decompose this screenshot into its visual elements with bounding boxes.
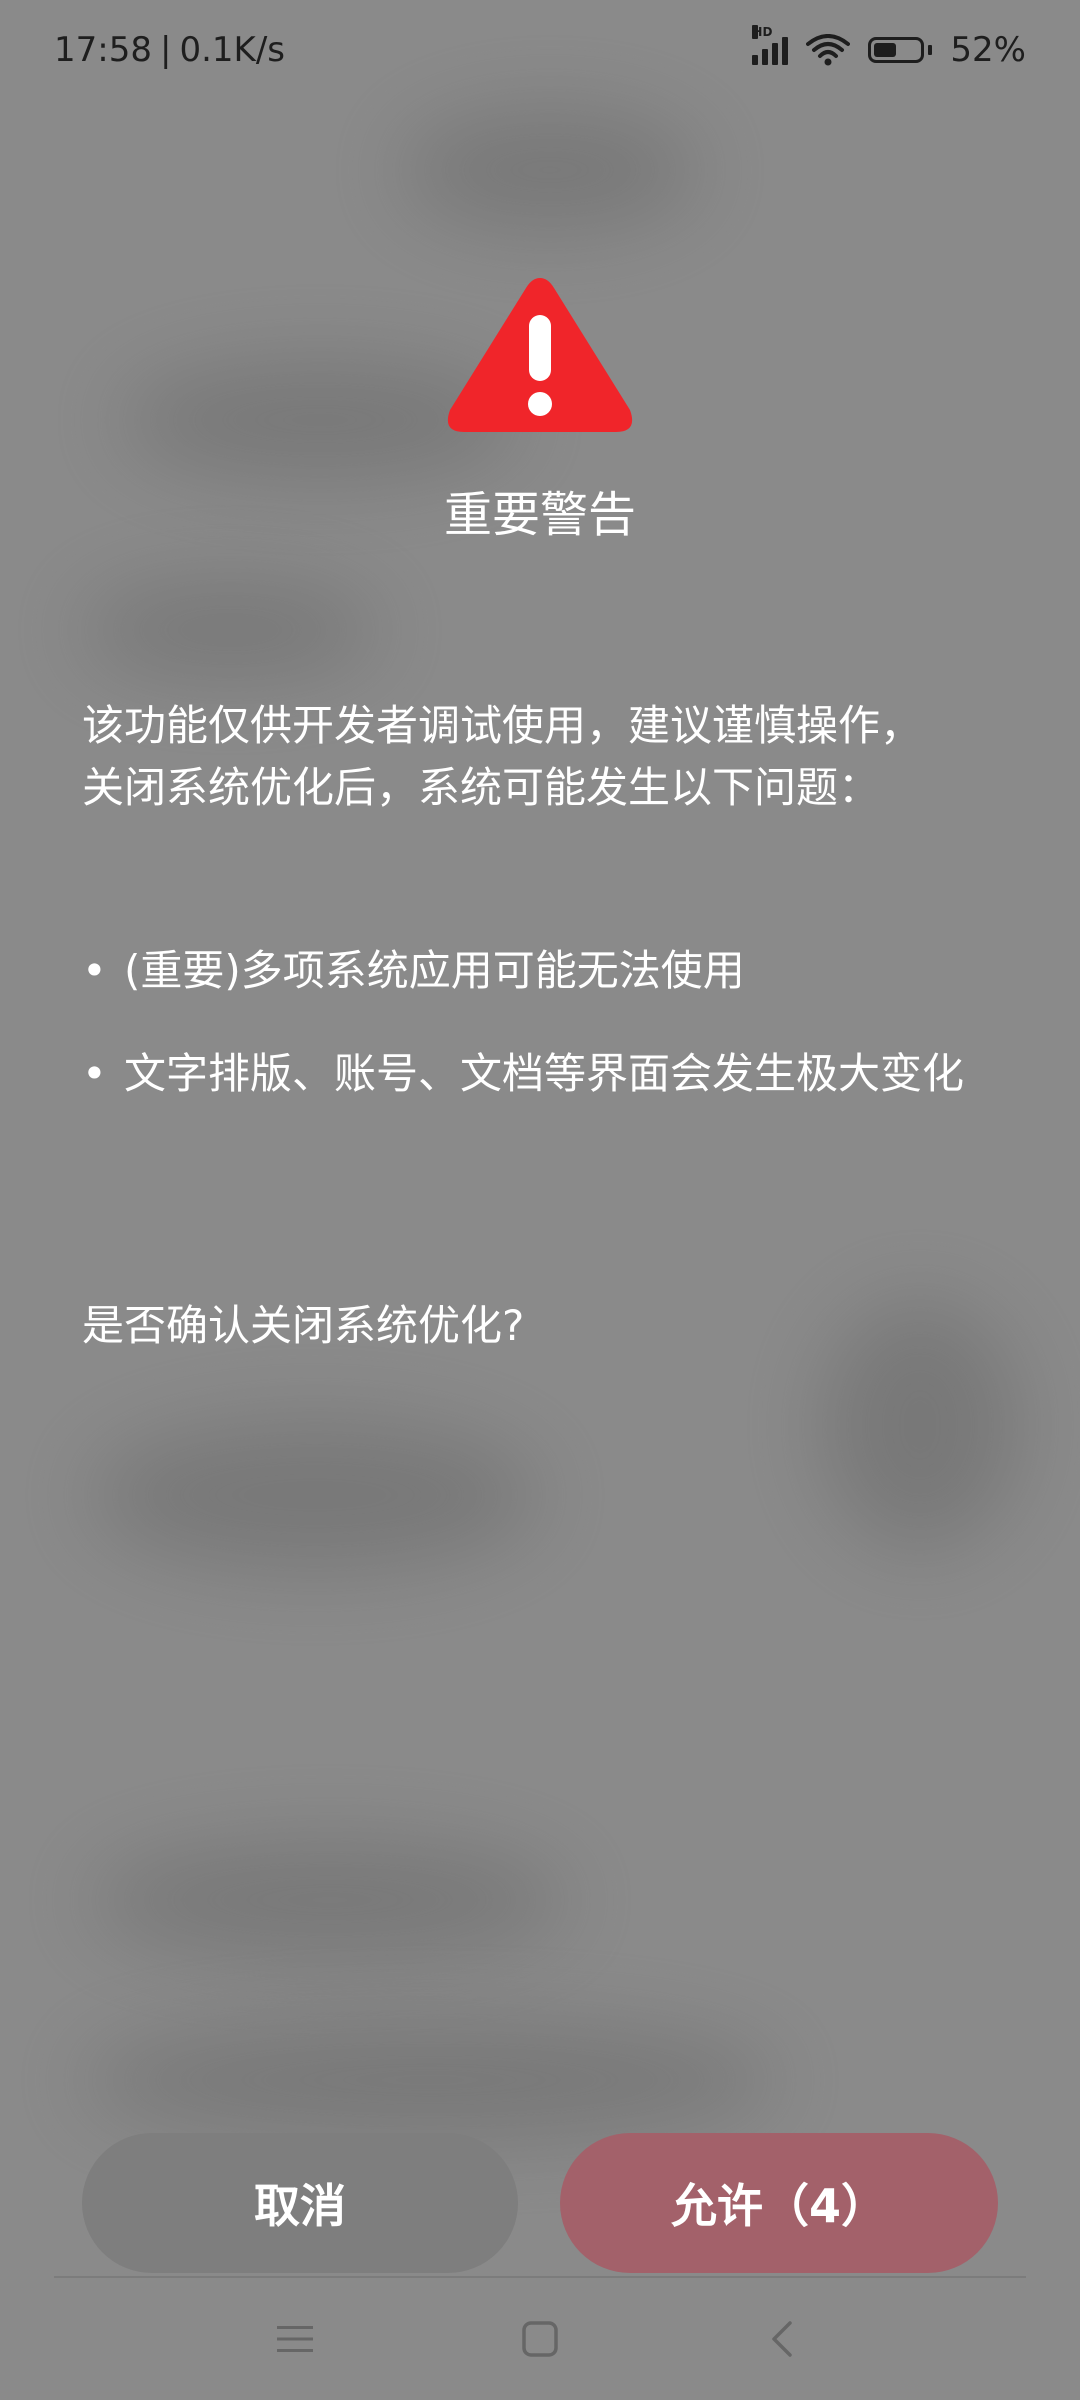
home-button[interactable] bbox=[480, 2278, 600, 2400]
bullet-dot: • bbox=[82, 946, 107, 995]
home-icon bbox=[522, 2321, 558, 2357]
wifi-icon bbox=[806, 34, 851, 66]
list-item: • 文字排版、账号、文档等界面会发生极大变化 bbox=[82, 1043, 1012, 1105]
battery-icon bbox=[868, 37, 933, 63]
description-line-2: 关闭系统优化后，系统可能发生以下问题： bbox=[82, 763, 881, 812]
warning-triangle-icon bbox=[447, 278, 633, 432]
warning-list: • (重要)多项系统应用可能无法使用 • 文字排版、账号、文档等界面会发生极大变… bbox=[82, 940, 1012, 1146]
bullet-dot: • bbox=[82, 1049, 107, 1098]
status-bar: 17:58 | 0.1K/s HD 52% bbox=[0, 0, 1080, 100]
cancel-button[interactable]: 取消 bbox=[82, 2133, 518, 2273]
network-speed: 0.1K/s bbox=[179, 30, 285, 70]
menu-button[interactable] bbox=[235, 2278, 355, 2400]
back-button[interactable] bbox=[722, 2278, 842, 2400]
allow-button[interactable]: 允许（4） bbox=[560, 2133, 998, 2273]
back-icon bbox=[772, 2321, 792, 2357]
list-item: • (重要)多项系统应用可能无法使用 bbox=[82, 940, 1012, 1002]
list-item-text: 文字排版、账号、文档等界面会发生极大变化 bbox=[124, 1049, 965, 1098]
status-time: 17:58 bbox=[54, 30, 152, 70]
dialog-description: 该功能仅供开发者调试使用，建议谨慎操作， 关闭系统优化后，系统可能发生以下问题： bbox=[82, 695, 1012, 819]
menu-icon bbox=[277, 2326, 313, 2352]
description-line-1: 该功能仅供开发者调试使用，建议谨慎操作， bbox=[82, 701, 923, 750]
dialog-title: 重要警告 bbox=[443, 487, 636, 543]
navigation-bar bbox=[0, 2278, 1080, 2400]
status-separator: | bbox=[159, 30, 172, 70]
signal-icon: HD bbox=[752, 25, 789, 65]
battery-percentage: 52% bbox=[950, 30, 1026, 70]
confirm-question: 是否确认关闭系统优化? bbox=[82, 1301, 525, 1350]
list-item-text: (重要)多项系统应用可能无法使用 bbox=[124, 946, 745, 995]
